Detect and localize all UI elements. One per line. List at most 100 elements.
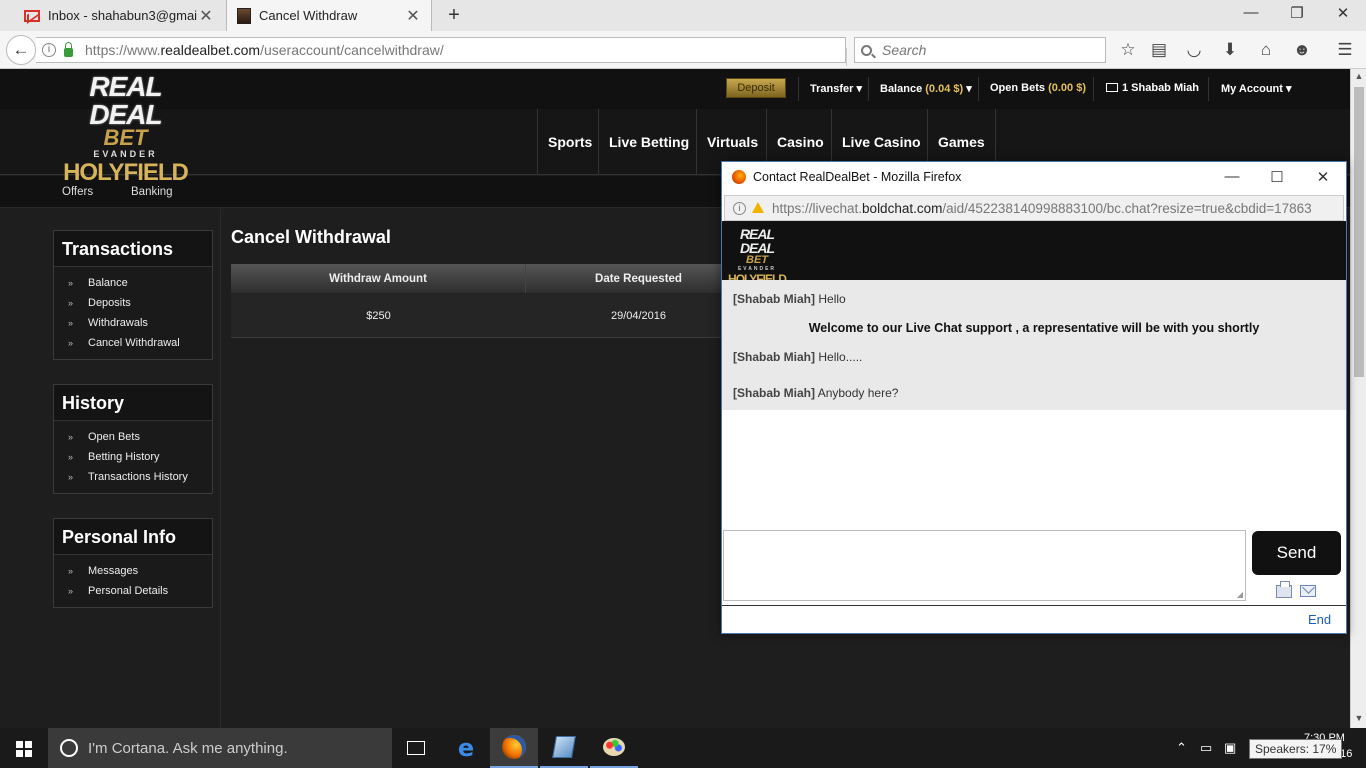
scroll-down-icon[interactable]: ▼ [1351, 713, 1366, 723]
new-tab-button[interactable]: + [444, 4, 464, 27]
chevron-right-icon: » [68, 432, 74, 442]
restore-icon[interactable]: ❐ [1282, 4, 1312, 22]
balance-menu[interactable]: Balance (0.04 $) ▾ [880, 82, 972, 95]
sidebar-heading: Personal Info [54, 519, 212, 555]
close-window-icon[interactable]: ✕ [1313, 168, 1333, 186]
divider [846, 48, 847, 66]
address-bar[interactable]: i https://www. realdealbet.com/useraccoun… [36, 37, 867, 66]
divider [1093, 77, 1094, 101]
pocket-icon[interactable]: ◡ [1183, 39, 1205, 61]
transfer-menu[interactable]: Transfer ▾ [810, 82, 862, 95]
close-tab-icon[interactable]: ✕ [405, 6, 421, 26]
vertical-scrollbar[interactable]: ▲ ▼ [1350, 69, 1366, 728]
sidebar-item-balance[interactable]: » Balance [68, 273, 212, 293]
hello-icon[interactable]: ☻ [1291, 39, 1313, 61]
my-account-menu[interactable]: My Account ▾ [1221, 82, 1292, 95]
sidebar-item-withdrawals[interactable]: » Withdrawals [68, 313, 212, 333]
message-author: [Shabab Miah] [733, 350, 816, 364]
chat-message-input[interactable]: ◢ [723, 530, 1246, 601]
open-bets-link[interactable]: Open Bets (0.00 $) [990, 82, 1086, 94]
sidebar-item-personal-details[interactable]: » Personal Details [68, 581, 212, 601]
minimize-icon[interactable]: — [1222, 168, 1242, 185]
download-icon[interactable]: ⬇ [1219, 39, 1241, 61]
paint-taskbar-button[interactable] [590, 728, 638, 768]
search-input[interactable]: Search [854, 37, 1106, 63]
sidebar-item-label: Open Bets [88, 431, 140, 443]
scroll-up-icon[interactable]: ▲ [1351, 71, 1366, 81]
power-icon[interactable]: ▭ [1200, 740, 1212, 756]
site-logo[interactable]: REAL DEAL BET EVANDER HOLYFIELD [58, 71, 193, 185]
sidebar-item-betting-history[interactable]: » Betting History [68, 447, 212, 467]
sidebar-history: History » Open Bets » Betting History » Tra… [53, 384, 213, 494]
menu-icon[interactable]: ☰ [1334, 39, 1356, 61]
sidebar-item-open-bets[interactable]: » Open Bets [68, 427, 212, 447]
nav-sports[interactable]: Sports [537, 109, 602, 175]
sidebar-item-messages[interactable]: » Messages [68, 561, 212, 581]
chevron-right-icon: » [68, 586, 74, 596]
minimize-icon[interactable]: — [1236, 4, 1266, 21]
username-label: 1 Shabab Miah [1122, 82, 1200, 94]
edge-taskbar-button[interactable]: e [442, 728, 490, 768]
firefox-taskbar-button[interactable] [490, 728, 538, 768]
url-path: /aid/452238140998883100/bc.chat?resize=t… [942, 200, 1312, 216]
sidebar-item-deposits[interactable]: » Deposits [68, 293, 212, 313]
bookmark-star-icon[interactable]: ☆ [1117, 39, 1139, 61]
chat-popup-window: Contact RealDealBet - Mozilla Firefox — … [721, 161, 1347, 634]
chat-address-bar[interactable]: i https://livechat. boldchat.com/aid/4522… [724, 195, 1344, 221]
chevron-right-icon: » [68, 318, 74, 328]
browser-nav-bar: ← i https://www. realdealbet.com/useracco… [0, 31, 1366, 69]
deposit-button[interactable]: Deposit [726, 78, 786, 98]
home-icon[interactable]: ⌂ [1255, 39, 1277, 61]
end-chat-link[interactable]: End [1308, 612, 1331, 627]
chevron-right-icon: » [68, 298, 74, 308]
close-window-icon[interactable]: ✕ [1328, 4, 1358, 22]
chat-message: [Shabab Miah] Hello..... [733, 350, 862, 364]
sidebar-transactions: Transactions » Balance » Deposits » Withdra… [53, 230, 213, 360]
column-header: Date Requested [595, 273, 682, 285]
sidebar-item-cancel-withdrawal[interactable]: » Cancel Withdrawal [68, 333, 212, 353]
task-view-button[interactable] [392, 728, 440, 768]
close-tab-icon[interactable]: ✕ [198, 6, 214, 26]
logo-text: REAL DEAL [89, 71, 162, 130]
send-button[interactable]: Send [1252, 531, 1341, 575]
tab-gmail[interactable]: Inbox - shahabun3@gmail... ✕ [14, 0, 224, 31]
divider [978, 77, 979, 101]
lock-icon [64, 41, 73, 57]
cortana-search-box[interactable]: I'm Cortana. Ask me anything. [48, 728, 392, 768]
chat-transcript: [Shabab Miah] Hello Welcome to our Live … [722, 280, 1346, 410]
email-icon[interactable] [1300, 585, 1316, 597]
firefox-icon [732, 170, 746, 184]
tab-cancel-withdraw[interactable]: Cancel Withdraw ✕ [226, 0, 432, 31]
message-author: [Shabab Miah] [733, 386, 816, 400]
resize-grip-icon[interactable]: ◢ [1237, 590, 1243, 599]
logo-text: REAL DEAL [739, 226, 775, 256]
subnav-banking[interactable]: Banking [131, 186, 173, 198]
sidebar-item-label: Balance [88, 277, 128, 289]
print-icon[interactable] [1276, 581, 1292, 598]
cortana-placeholder: I'm Cortana. Ask me anything. [88, 739, 288, 757]
reader-taskbar-button[interactable] [540, 728, 588, 768]
messages-link[interactable]: 1 Shabab Miah [1106, 82, 1199, 94]
reading-list-icon[interactable]: ▤ [1148, 39, 1170, 61]
envelope-icon [1106, 83, 1118, 92]
sidebar-item-label: Betting History [88, 451, 160, 463]
message-text: Anybody here? [817, 386, 899, 400]
divider [1208, 77, 1209, 101]
chevron-up-icon[interactable]: ⌃ [1176, 740, 1187, 756]
scrollbar-thumb[interactable] [1354, 87, 1364, 377]
network-icon[interactable]: ▣ [1224, 740, 1236, 756]
message-text: Hello [818, 292, 846, 306]
maximize-icon[interactable]: ☐ [1267, 168, 1287, 186]
info-icon[interactable]: i [733, 201, 746, 215]
back-button[interactable]: ← [6, 35, 36, 65]
transfer-label: Transfer [810, 83, 854, 95]
sidebar-item-label: Cancel Withdrawal [88, 337, 180, 349]
tab-title: Cancel Withdraw [259, 8, 358, 23]
subnav-offers[interactable]: Offers [62, 186, 93, 198]
info-icon[interactable]: i [42, 43, 56, 57]
chevron-right-icon: » [68, 566, 74, 576]
nav-live-betting[interactable]: Live Betting [598, 109, 699, 175]
start-button[interactable] [0, 728, 48, 768]
sidebar-item-transactions-history[interactable]: » Transactions History [68, 467, 212, 487]
table-row: $250 29/04/2016 [231, 294, 751, 338]
